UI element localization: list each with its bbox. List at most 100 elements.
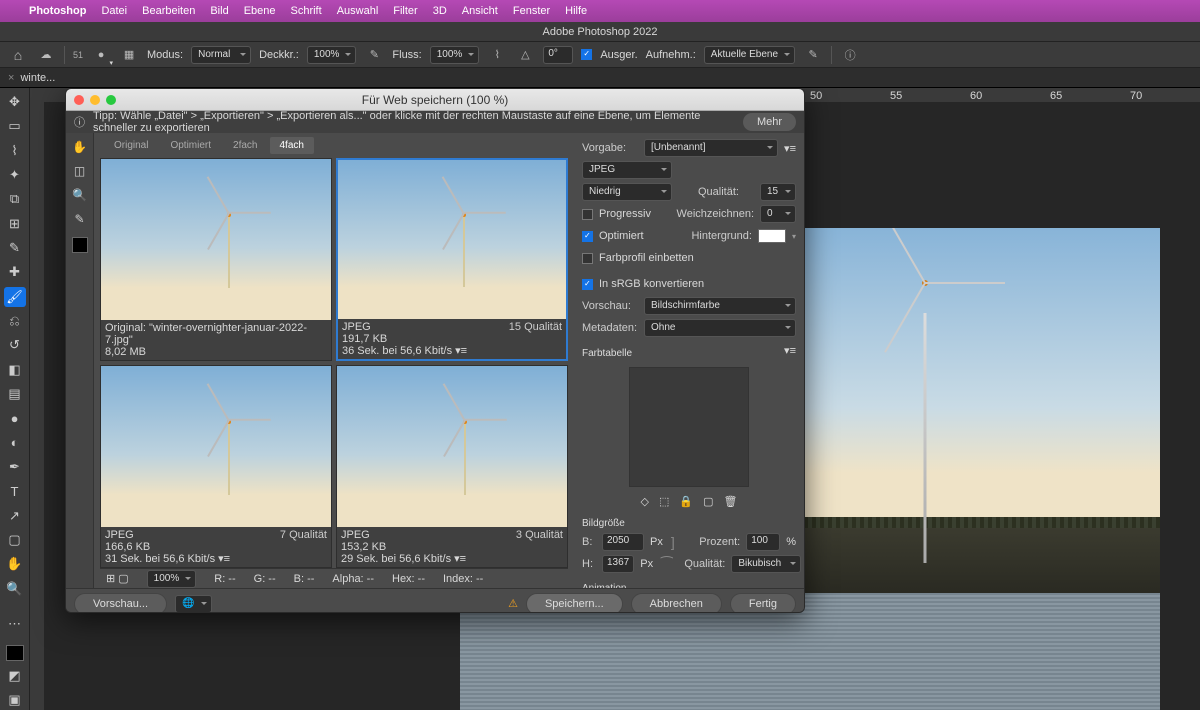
eyedropper-tool-icon[interactable]: ✎ <box>4 238 26 258</box>
path-tool-icon[interactable]: ↗ <box>4 506 26 526</box>
progressiv-checkbox[interactable] <box>582 209 593 220</box>
menu-ansicht[interactable]: Ansicht <box>462 5 498 17</box>
menu-3d[interactable]: 3D <box>433 5 447 17</box>
foreground-color[interactable] <box>6 645 24 662</box>
menu-ebene[interactable]: Ebene <box>244 5 276 17</box>
pen-tool-icon[interactable]: ✒ <box>4 457 26 477</box>
hand-tool-icon[interactable]: ✋ <box>4 554 26 574</box>
preview-pane-jpeg15[interactable]: JPEG15 Qualität 191,7 KB 36 Sek. bei 56,… <box>336 158 568 361</box>
grid-icon[interactable]: ⊞ ▢ <box>106 572 129 585</box>
quickmask-icon[interactable]: ◩ <box>4 665 26 685</box>
width-input[interactable]: 2050 <box>602 533 644 551</box>
menu-auswahl[interactable]: Auswahl <box>337 5 379 17</box>
link-icon[interactable]: ] <box>669 534 677 550</box>
history-brush-icon[interactable]: ↺ <box>4 335 26 355</box>
pressure-opacity-icon[interactable]: ✎ <box>364 45 384 65</box>
brush-settings-icon[interactable]: ⓘ <box>840 45 860 65</box>
menu-hilfe[interactable]: Hilfe <box>565 5 587 17</box>
home-icon[interactable] <box>8 45 28 65</box>
tab-optimiert[interactable]: Optimiert <box>160 137 221 154</box>
preset-menu-icon[interactable]: ▾≡ <box>784 142 796 155</box>
ct-new-icon[interactable]: ▢ <box>703 495 713 508</box>
type-tool-icon[interactable]: T <box>4 481 26 501</box>
tab-4fach[interactable]: 4fach <box>270 137 314 154</box>
move-tool-icon[interactable]: ✥ <box>4 92 26 112</box>
menu-bild[interactable]: Bild <box>210 5 228 17</box>
abbrechen-button[interactable]: Abbrechen <box>631 593 722 614</box>
menu-filter[interactable]: Filter <box>393 5 417 17</box>
pressure-size-icon[interactable]: ✎ <box>803 45 823 65</box>
eyedropper-color[interactable] <box>72 237 88 253</box>
height-input[interactable]: 1367 <box>602 555 634 573</box>
menu-datei[interactable]: Datei <box>101 5 127 17</box>
blur-tool-icon[interactable]: ● <box>4 408 26 428</box>
dodge-tool-icon[interactable]: ◐ <box>4 433 26 453</box>
fertig-button[interactable]: Fertig <box>730 593 796 614</box>
screenmode-icon[interactable]: ▣ <box>4 690 26 710</box>
resample-select[interactable]: Bikubisch <box>731 555 801 573</box>
ct-lock-icon[interactable]: 🔒 <box>679 495 693 508</box>
fluss-input[interactable]: 100% <box>430 46 480 64</box>
zoom-select[interactable]: 100% <box>147 570 197 588</box>
stamp-tool-icon[interactable]: ⎌ <box>4 311 26 331</box>
menu-fenster[interactable]: Fenster <box>513 5 550 17</box>
tab-original[interactable]: Original <box>104 137 158 154</box>
crop-tool-icon[interactable]: ⧉ <box>4 189 26 209</box>
aufnehm-select[interactable]: Aktuelle Ebene <box>704 46 795 64</box>
close-tab-icon[interactable]: × <box>8 72 14 84</box>
farbprofil-checkbox[interactable] <box>582 253 593 264</box>
menu-bearbeiten[interactable]: Bearbeiten <box>142 5 195 17</box>
zoom-tool-icon[interactable]: 🔍 <box>70 185 90 205</box>
menu-app[interactable]: Photoshop <box>29 5 86 17</box>
hintergrund-color[interactable] <box>758 229 786 243</box>
weichzeichnen-input[interactable]: 0 <box>760 205 796 223</box>
document-tab[interactable]: × winte... <box>0 72 63 84</box>
format-select[interactable]: JPEG <box>582 161 672 179</box>
quality-preset-select[interactable]: Niedrig <box>582 183 672 201</box>
brush-tool-icon[interactable]: 🖌 <box>4 287 26 307</box>
zoom-tool-icon[interactable]: 🔍 <box>4 579 26 599</box>
ct-cube-icon[interactable]: ⬚ <box>659 495 669 508</box>
preview-pane-jpeg7[interactable]: JPEG7 Qualität 166,6 KB 31 Sek. bei 56,6… <box>100 365 332 568</box>
lasso-tool-icon[interactable]: ⌇ <box>4 141 26 161</box>
speichern-button[interactable]: Speichern... <box>526 593 623 614</box>
vorschau-select[interactable]: Bildschirmfarbe <box>644 297 796 315</box>
modus-select[interactable]: Normal <box>191 46 251 64</box>
slice-tool-icon[interactable]: ◫ <box>70 161 90 181</box>
tab-2fach[interactable]: 2fach <box>223 137 267 154</box>
hand-tool-icon[interactable]: ✋ <box>70 137 90 157</box>
gradient-tool-icon[interactable]: ▤ <box>4 384 26 404</box>
eyedropper-tool-icon[interactable]: ✎ <box>70 209 90 229</box>
deckk-input[interactable]: 100% <box>307 46 357 64</box>
heal-tool-icon[interactable]: ✚ <box>4 262 26 282</box>
preview-pane-jpeg3[interactable]: JPEG3 Qualität 153,2 KB 29 Sek. bei 56,6… <box>336 365 568 568</box>
airbrush-icon[interactable]: ⌇ <box>487 45 507 65</box>
eraser-tool-icon[interactable]: ◧ <box>4 360 26 380</box>
frame-tool-icon[interactable]: ⊞ <box>4 214 26 234</box>
menu-schrift[interactable]: Schrift <box>291 5 322 17</box>
prozent-input[interactable]: 100 <box>746 533 780 551</box>
vorschau-button[interactable]: Vorschau... <box>74 593 167 614</box>
edit-toolbar-icon[interactable]: ⋯ <box>4 614 26 634</box>
srgb-checkbox[interactable] <box>582 279 593 290</box>
more-button[interactable]: Mehr <box>743 113 796 131</box>
brush-panel-icon[interactable]: ▦ <box>119 45 139 65</box>
mac-menubar[interactable]: Photoshop Datei Bearbeiten Bild Ebene Sc… <box>0 0 1200 22</box>
wand-tool-icon[interactable]: ✦ <box>4 165 26 185</box>
angle-input[interactable]: 0° <box>543 46 573 64</box>
vorgabe-select[interactable]: [Unbenannt] <box>644 139 778 157</box>
dialog-titlebar[interactable]: Für Web speichern (100 %) <box>66 89 804 111</box>
brush-preset-icon[interactable]: ●▾ <box>91 45 111 65</box>
optimiert-checkbox[interactable] <box>582 231 593 242</box>
colortable-menu-icon[interactable]: ▾≡ <box>784 344 796 357</box>
ct-trash-icon[interactable]: 🗑 <box>724 495 738 508</box>
shape-tool-icon[interactable]: ▢ <box>4 530 26 550</box>
chevron-down-icon[interactable]: ▾ <box>792 232 796 241</box>
browser-preview-select[interactable]: 🌐 <box>175 595 211 613</box>
metadaten-select[interactable]: Ohne <box>644 319 796 337</box>
ct-diamond-icon[interactable]: ◇ <box>641 495 649 508</box>
marquee-tool-icon[interactable]: ▭ <box>4 116 26 136</box>
quality-input[interactable]: 15 <box>760 183 796 201</box>
preview-pane-original[interactable]: Original: "winter-overnighter-januar-202… <box>100 158 332 361</box>
ausger-checkbox[interactable] <box>581 49 592 60</box>
